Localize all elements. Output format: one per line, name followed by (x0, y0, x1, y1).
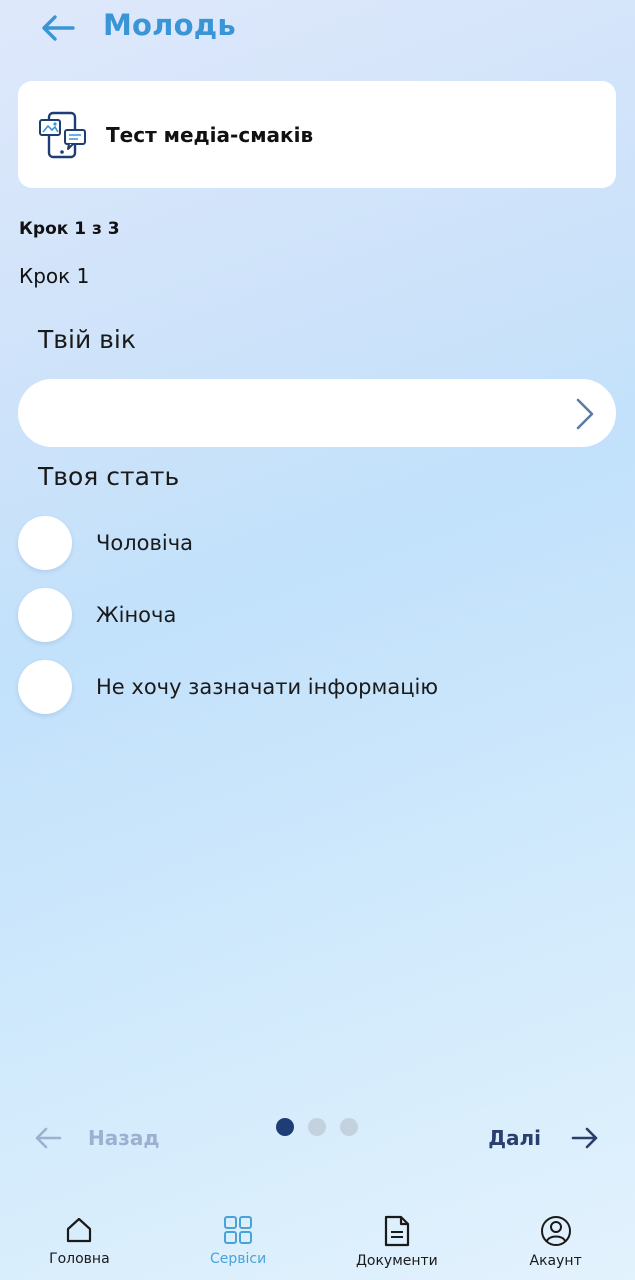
radio-label: Жіноча (96, 603, 177, 627)
gender-option-male[interactable]: Чоловіча (18, 515, 578, 571)
page-title: Молодь (103, 8, 236, 42)
page-dot (308, 1118, 326, 1136)
service-title: Тест медіа-смаків (106, 122, 314, 147)
nav-label: Сервіси (210, 1251, 267, 1267)
radio-button[interactable] (18, 516, 72, 570)
page-indicator (276, 1118, 358, 1136)
radio-button[interactable] (18, 588, 72, 642)
step-label: Крок 1 (19, 264, 90, 288)
step-pager: Назад Далі (0, 1110, 635, 1170)
top-bar: Молодь (0, 0, 635, 60)
age-select[interactable] (18, 379, 616, 447)
arrow-left-icon (35, 1127, 62, 1149)
next-button[interactable]: Далі (488, 1126, 599, 1150)
page-dot (340, 1118, 358, 1136)
page-dot (276, 1118, 294, 1136)
home-icon (67, 1217, 92, 1243)
step-counter: Крок 1 з 3 (19, 219, 120, 239)
age-question-label: Твій вік (38, 325, 136, 354)
user-icon (540, 1216, 571, 1246)
nav-item-documents[interactable]: Документи (318, 1200, 477, 1280)
prev-label: Назад (88, 1126, 160, 1150)
document-icon (384, 1215, 409, 1247)
gender-option-undisclosed[interactable]: Не хочу зазначати інформацію (18, 659, 578, 715)
radio-label: Чоловіча (96, 531, 194, 555)
nav-label: Головна (49, 1251, 110, 1267)
back-button[interactable] (38, 10, 78, 46)
radio-label: Не хочу зазначати інформацію (96, 675, 439, 699)
phone-chat-icon (39, 111, 86, 158)
nav-item-home[interactable]: Головна (0, 1200, 159, 1280)
prev-button[interactable]: Назад (34, 1126, 160, 1150)
bottom-nav: Головна Сервіси Документи Акаунт (0, 1200, 635, 1280)
grid-icon (224, 1216, 253, 1244)
nav-item-account[interactable]: Акаунт (476, 1200, 635, 1280)
nav-label: Документи (355, 1253, 438, 1269)
gender-question-label: Твоя стать (38, 462, 180, 491)
next-label: Далі (488, 1126, 541, 1150)
service-card: Тест медіа-смаків (18, 81, 616, 188)
nav-label: Акаунт (529, 1253, 582, 1269)
arrow-left-icon (42, 15, 75, 41)
radio-button[interactable] (18, 660, 72, 714)
arrow-right-icon (571, 1127, 598, 1149)
chevron-right-icon (576, 398, 594, 430)
nav-item-services[interactable]: Сервіси (159, 1200, 318, 1280)
gender-option-female[interactable]: Жіноча (18, 587, 578, 643)
